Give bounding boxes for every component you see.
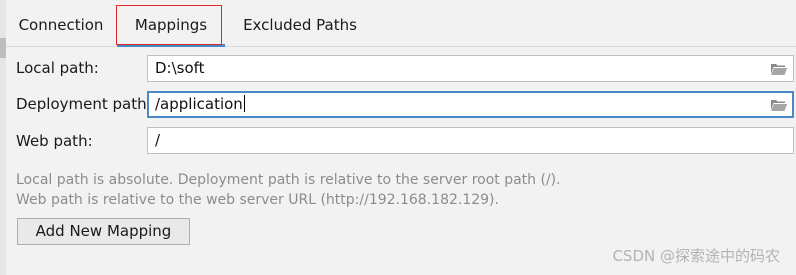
tab-mappings[interactable]: Mappings [117, 0, 225, 47]
local-path-value: D:\soft [155, 59, 205, 77]
tab-excluded-paths[interactable]: Excluded Paths [230, 0, 370, 46]
deployment-path-label: Deployment path: [16, 95, 152, 113]
text-caret [243, 95, 245, 112]
deployment-path-field[interactable]: /application [147, 91, 794, 118]
watermark: CSDN @探索途中的码农 [612, 247, 780, 265]
folder-icon[interactable] [770, 98, 788, 112]
tab-bar: Connection Mappings Excluded Paths [6, 0, 796, 47]
local-path-label: Local path: [16, 59, 99, 77]
web-path-label: Web path: [16, 132, 93, 150]
tab-connection[interactable]: Connection [6, 0, 116, 46]
deployment-path-value-wrap: /application [155, 95, 245, 113]
web-path-value: / [155, 131, 161, 149]
web-path-field[interactable]: / [147, 127, 794, 154]
tab-connection-label: Connection [18, 16, 104, 34]
tab-mappings-label: Mappings [134, 16, 208, 34]
info-line-local: Local path is absolute. Deployment path … [16, 172, 561, 188]
tab-excluded-paths-label: Excluded Paths [243, 16, 357, 34]
local-path-field[interactable]: D:\soft [147, 55, 794, 82]
deployment-path-value: /application [155, 95, 243, 113]
info-line-web: Web path is relative to the web server U… [16, 192, 499, 208]
folder-icon[interactable] [770, 62, 788, 76]
add-new-mapping-button[interactable]: Add New Mapping [17, 218, 190, 245]
